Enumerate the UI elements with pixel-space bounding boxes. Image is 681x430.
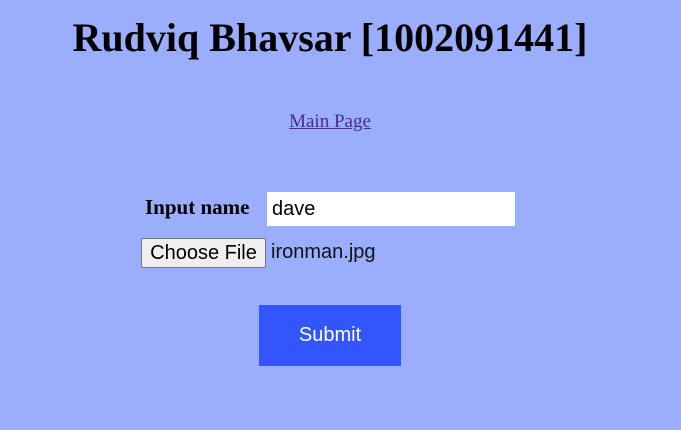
choose-file-button[interactable]: Choose File [141, 238, 266, 268]
submit-button[interactable]: Submit [259, 305, 401, 366]
name-input[interactable] [267, 192, 515, 226]
main-page-link-container: Main Page [0, 111, 660, 133]
page-title: Rudviq Bhavsar [1002091441] [72, 15, 588, 60]
selected-file-name: ironman.jpg [271, 241, 376, 263]
main-page-link[interactable]: Main Page [289, 111, 371, 132]
name-label: Input name [145, 195, 250, 219]
